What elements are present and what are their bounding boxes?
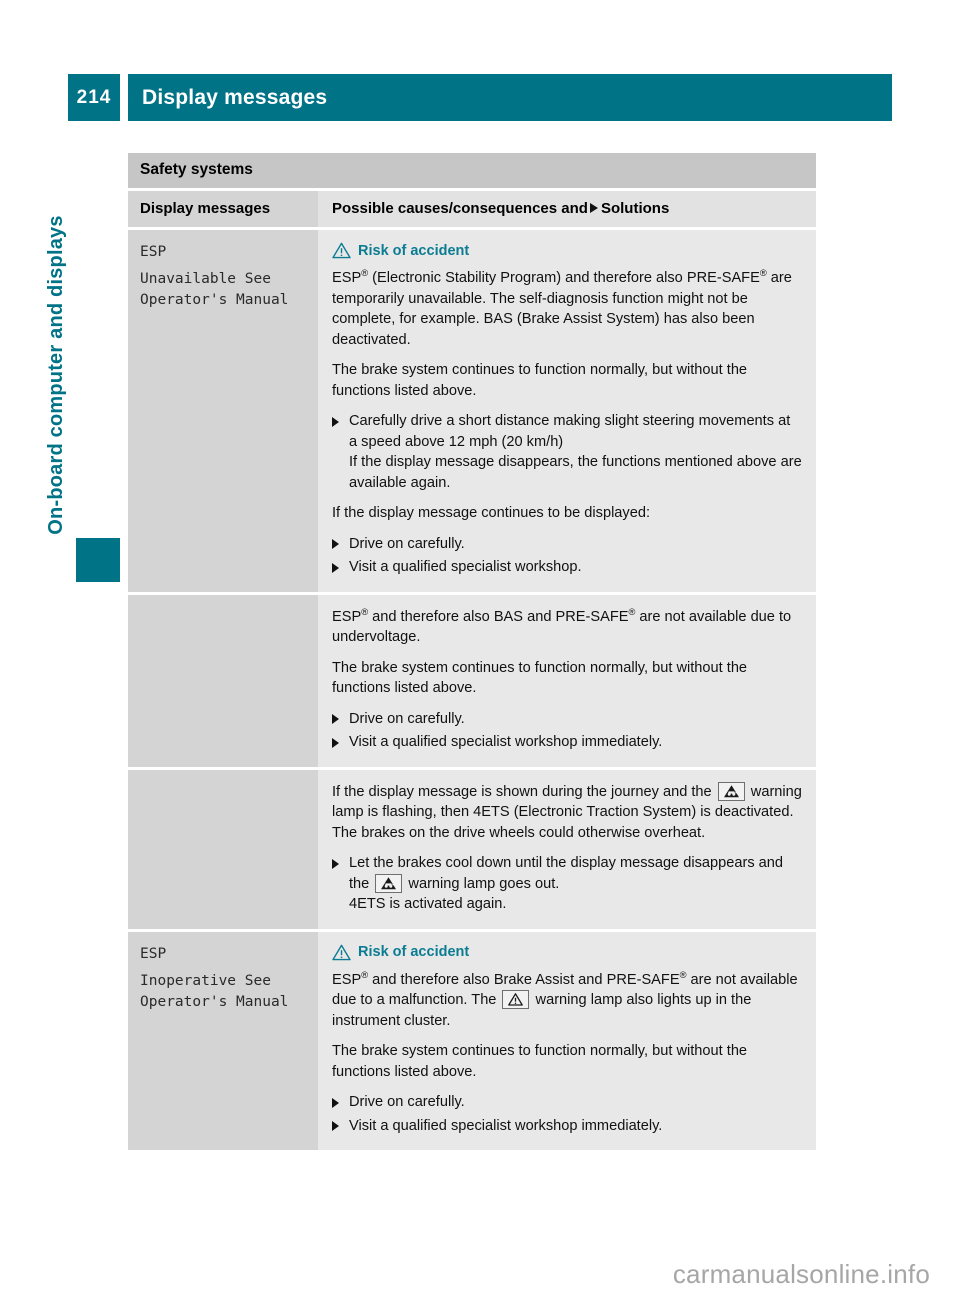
table-row: ESP® and therefore also BAS and PRE-SAFE… bbox=[128, 591, 816, 767]
solution-list: Drive on carefully. Visit a qualified sp… bbox=[332, 1092, 802, 1136]
header-title-bar: Display messages bbox=[128, 74, 892, 121]
row-message-cell: ESP Inoperative See Operator's Manual bbox=[128, 931, 318, 1150]
chapter-side-title: On-board computer and displays bbox=[45, 215, 67, 535]
solution-text-cont: warning lamp goes out. bbox=[408, 875, 560, 892]
message-line-3: Operator's Manual bbox=[140, 292, 289, 308]
warning-triangle-icon bbox=[332, 944, 351, 960]
solution-item: Let the brakes cool down until the displ… bbox=[332, 853, 802, 915]
row-message-cell bbox=[128, 769, 318, 929]
solution-triangle-bullet bbox=[589, 203, 598, 214]
solution-text: Drive on carefully. bbox=[349, 535, 465, 552]
display-message-text: ESP Unavailable See Operator's Manual bbox=[140, 242, 308, 311]
warning-header: Risk of accident bbox=[332, 242, 802, 259]
display-messages-table: Safety systems Display messages Possible… bbox=[128, 153, 816, 1150]
row-message-cell: ESP Unavailable See Operator's Manual bbox=[128, 230, 318, 592]
page-number: 214 bbox=[76, 86, 112, 108]
para-part-a: ESP bbox=[332, 270, 362, 286]
solution-triangle-bullet bbox=[332, 539, 339, 549]
solution-list: Drive on carefully. Visit a qualified sp… bbox=[332, 709, 802, 753]
solution-list: Drive on carefully. Visit a qualified sp… bbox=[332, 534, 802, 578]
solution-item: Visit a qualified specialist workshop. bbox=[332, 557, 802, 578]
paragraph: The brake system continues to function n… bbox=[332, 362, 748, 399]
solution-item: Visit a qualified specialist workshop im… bbox=[332, 732, 802, 753]
solution-item: Visit a qualified specialist workshop im… bbox=[332, 1116, 802, 1137]
page-title: Display messages bbox=[142, 85, 328, 109]
para-part-b: and therefore also Brake Assist and PRE-… bbox=[368, 971, 680, 988]
solution-subtext: 4ETS is activated again. bbox=[349, 896, 507, 912]
registered-mark: ® bbox=[759, 268, 767, 279]
solution-item: Drive on carefully. bbox=[332, 709, 802, 730]
table-header-right-suffix: Solutions bbox=[600, 200, 670, 217]
message-line-1: ESP bbox=[140, 945, 167, 962]
paragraph: If the display message is shown during t… bbox=[332, 781, 802, 844]
solution-text: Visit a qualified specialist workshop im… bbox=[349, 734, 663, 750]
message-line-3: Operator's Manual bbox=[140, 993, 289, 1010]
solution-item: Drive on carefully. bbox=[332, 1092, 802, 1113]
para-part-a: ESP bbox=[332, 608, 362, 625]
warning-header: Risk of accident bbox=[332, 944, 802, 961]
warning-triangle-icon bbox=[332, 242, 351, 259]
4ets-traction-warning-lamp-icon bbox=[717, 781, 745, 801]
solution-triangle-bullet bbox=[332, 714, 339, 724]
para-part-b: (Electronic Stability Program) and there… bbox=[368, 270, 760, 286]
warning-label: Risk of accident bbox=[358, 242, 470, 259]
solution-list: Carefully drive a short distance making … bbox=[332, 411, 802, 493]
row-content-cell: Risk of accident ESP ® (Electronic Stabil… bbox=[318, 230, 816, 592]
solution-item: Drive on carefully. bbox=[332, 534, 802, 555]
solution-triangle-bullet bbox=[332, 1121, 339, 1131]
row-message-cell bbox=[128, 594, 318, 767]
paragraph: ESP ® (Electronic Stability Program) and … bbox=[332, 268, 802, 350]
solution-triangle-bullet bbox=[332, 562, 339, 573]
chapter-tab-marker bbox=[76, 538, 120, 582]
paragraph: ESP® and therefore also Brake Assist and… bbox=[332, 970, 802, 1032]
solution-text: Visit a qualified specialist workshop im… bbox=[349, 1117, 663, 1134]
table-row: ESP Inoperative See Operator's Manual Ris… bbox=[128, 928, 816, 1150]
solution-text: Drive on carefully. bbox=[349, 710, 465, 727]
table-row: ESP Unavailable See Operator's Manual Ris… bbox=[128, 227, 816, 592]
solution-text: Visit a qualified specialist workshop. bbox=[349, 559, 582, 575]
table-header-right: Possible causes/consequences and Solution… bbox=[318, 191, 816, 227]
message-line-2: Inoperative See bbox=[140, 972, 271, 989]
table-row: If the display message is shown during t… bbox=[128, 766, 816, 929]
solution-triangle-bullet bbox=[332, 416, 339, 427]
page-header: 214 Display messages bbox=[0, 74, 960, 121]
message-line-2: Unavailable See bbox=[140, 271, 271, 287]
message-line-1: ESP bbox=[140, 244, 167, 260]
solution-triangle-bullet bbox=[332, 1097, 339, 1108]
esp-warning-lamp-icon bbox=[502, 990, 530, 1009]
paragraph: The brake system continues to function n… bbox=[332, 1043, 748, 1080]
table-header-left: Display messages bbox=[128, 191, 318, 227]
solution-subtext: If the display message disappears, the f… bbox=[349, 454, 802, 491]
solution-item: Carefully drive a short distance making … bbox=[332, 411, 802, 493]
para-part-b: and therefore also BAS and PRE-SAFE bbox=[368, 608, 629, 625]
solution-list: Let the brakes cool down until the displ… bbox=[332, 853, 802, 915]
warning-label: Risk of accident bbox=[358, 944, 470, 960]
page-number-block: 214 bbox=[68, 74, 120, 121]
solution-text: Drive on carefully. bbox=[349, 1094, 465, 1110]
display-message-text: ESP Inoperative See Operator's Manual bbox=[140, 944, 308, 1013]
row-content-cell: If the display message is shown during t… bbox=[318, 769, 816, 929]
paragraph: If the display message continues to be d… bbox=[332, 505, 651, 521]
solution-triangle-bullet bbox=[332, 737, 339, 748]
para-part-a: ESP bbox=[332, 971, 362, 988]
table-header-row: Display messages Possible causes/consequ… bbox=[128, 191, 816, 227]
4ets-traction-warning-lamp-icon bbox=[375, 873, 403, 893]
row-content-cell: ESP® and therefore also BAS and PRE-SAFE… bbox=[318, 594, 816, 767]
solution-text: Carefully drive a short distance making … bbox=[349, 413, 791, 450]
watermark: carmanualsonline.info bbox=[672, 1259, 930, 1289]
table-header-right-prefix: Possible causes/consequences and bbox=[332, 200, 588, 217]
manual-page: 214 Display messages On-board computer a… bbox=[0, 0, 960, 1302]
row-content-cell: Risk of accident ESP® and therefore also… bbox=[318, 931, 816, 1150]
para-part-a: If the display message is shown during t… bbox=[332, 783, 712, 800]
table-section-title: Safety systems bbox=[128, 153, 816, 188]
paragraph: The brake system continues to function n… bbox=[332, 659, 748, 697]
paragraph: ESP® and therefore also BAS and PRE-SAFE… bbox=[332, 607, 802, 648]
solution-triangle-bullet bbox=[332, 858, 339, 869]
